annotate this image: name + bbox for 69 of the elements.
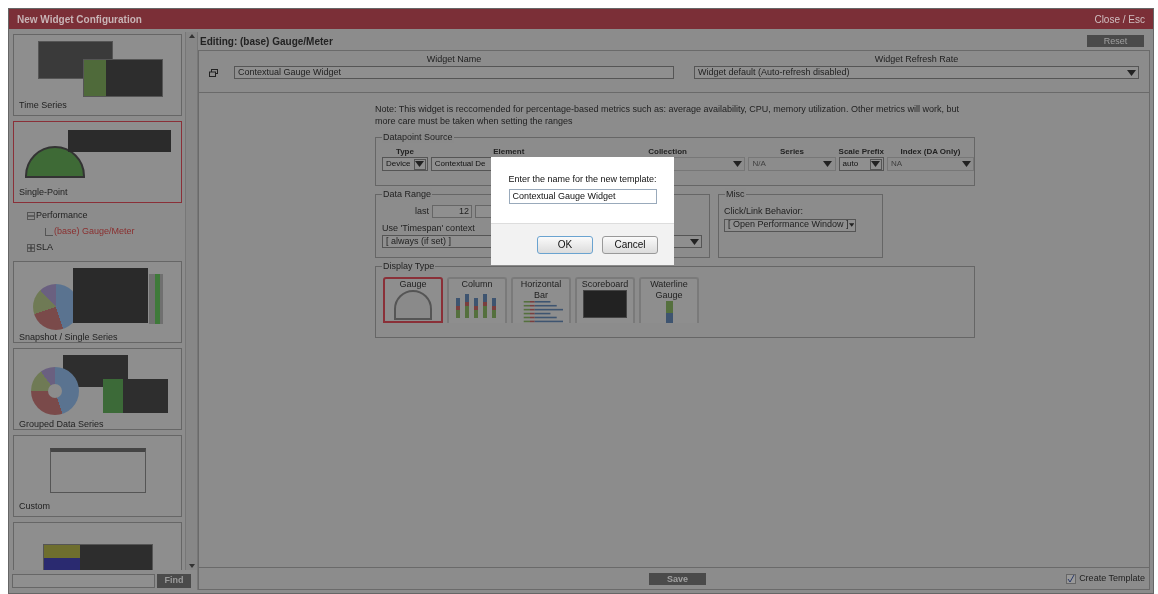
number-field[interactable]: 12 xyxy=(432,205,472,219)
field-label: Click/Link Behavior: xyxy=(724,205,805,218)
link-behavior-select[interactable]: [ Open Performance Window ] xyxy=(724,218,856,232)
display-type-option[interactable]: Gauge xyxy=(383,277,443,323)
field-label: Series xyxy=(780,147,805,157)
refresh-rate-select[interactable]: Widget default (Auto-refresh disabled) xyxy=(694,66,1139,79)
widget-type-card[interactable]: Custom xyxy=(13,435,182,517)
dropdown-arrow-icon xyxy=(1127,69,1136,76)
field-label: Element xyxy=(493,147,525,157)
dialog-button[interactable]: Cancel xyxy=(602,235,658,254)
checkbox-label: Create Template xyxy=(1079,571,1145,585)
display-type-option[interactable]: Waterline Gauge xyxy=(639,277,699,323)
window-title: New Widget Configuration xyxy=(17,12,142,27)
scoreboard-icon xyxy=(583,290,627,318)
note-text: Note: This widget is reccomended for percentage-based metrics such as: average availability, CPU, memory utilization. Other metrics will work, but more care must be taken when setting the ranges xyxy=(375,103,960,127)
tree-toggle-icon[interactable] xyxy=(27,244,35,252)
card-label: Custom xyxy=(19,500,51,513)
card-label: Single-Point xyxy=(19,186,69,199)
scroll-down-icon[interactable] xyxy=(188,564,195,568)
card-label: Grouped Data Series xyxy=(19,418,105,431)
card-label: Time Series xyxy=(19,99,68,112)
widget-type-card[interactable]: Snapshot / Single Series xyxy=(13,261,182,343)
tree-item[interactable]: Performance xyxy=(36,209,88,223)
checkbox[interactable] xyxy=(1066,573,1077,584)
dropdown-arrow-icon xyxy=(871,161,881,167)
display-type-option[interactable]: Horizontal Bar xyxy=(511,277,571,323)
group-legend: Datapoint Source xyxy=(382,131,454,143)
field-label: Type xyxy=(395,147,414,157)
close-link[interactable]: Close / Esc xyxy=(1094,11,1145,27)
group-legend: Misc xyxy=(725,188,746,200)
dropdown-arrow-icon xyxy=(690,238,699,245)
field-label: Collection xyxy=(648,147,687,157)
select-field[interactable]: Device xyxy=(382,157,428,171)
template-name-field[interactable]: Contextual Gauge Widget xyxy=(508,188,657,204)
dropdown-arrow-icon xyxy=(415,161,425,167)
dialog-prompt: Enter the name for the new template: xyxy=(508,173,657,186)
card-label: Snapshot / Single Series xyxy=(19,331,119,344)
field-label: Widget Refresh Rate xyxy=(874,52,959,66)
field-label: Widget Name xyxy=(426,52,482,66)
group-legend: Data Range xyxy=(382,188,433,200)
widget-name-field[interactable]: Contextual Gauge Widget xyxy=(234,66,674,79)
find-button[interactable]: Find xyxy=(157,574,191,588)
widget-type-card[interactable]: Grouped Data Series xyxy=(13,348,182,430)
dropdown-arrow-icon xyxy=(733,161,742,167)
dropdown-arrow-icon xyxy=(823,161,833,167)
editing-heading: Editing: (base) Gauge/Meter xyxy=(200,34,333,49)
widget-type-card[interactable]: Single-Point xyxy=(13,121,182,203)
field-label: Use 'Timespan' context xyxy=(382,221,476,235)
save-button[interactable]: Save xyxy=(649,572,706,585)
tree-toggle-icon[interactable] xyxy=(27,212,35,220)
field-label: Scale Prefix xyxy=(838,147,884,157)
windows-icon xyxy=(209,69,218,77)
reset-button[interactable]: Reset xyxy=(1087,35,1144,47)
display-type-option[interactable]: Scoreboard xyxy=(575,277,635,323)
field-label: Index (DA Only) xyxy=(900,147,961,157)
tree-item[interactable]: SLA xyxy=(36,241,53,255)
dialog-button[interactable]: OK xyxy=(537,235,593,254)
display-type-option[interactable]: Column xyxy=(447,277,507,323)
widget-type-card[interactable]: Time Series xyxy=(13,34,182,116)
group-legend: Display Type xyxy=(382,260,436,272)
dropdown-arrow-icon xyxy=(848,222,854,228)
field-label: last xyxy=(415,205,429,218)
scrollbar[interactable] xyxy=(185,32,197,570)
dropdown-arrow-icon xyxy=(961,161,971,167)
gauge-dial-icon xyxy=(394,290,432,320)
select-field[interactable]: auto xyxy=(838,157,884,171)
waterline-gauge-icon xyxy=(665,301,673,323)
search-field[interactable] xyxy=(12,574,155,588)
scroll-up-icon[interactable] xyxy=(188,34,195,38)
